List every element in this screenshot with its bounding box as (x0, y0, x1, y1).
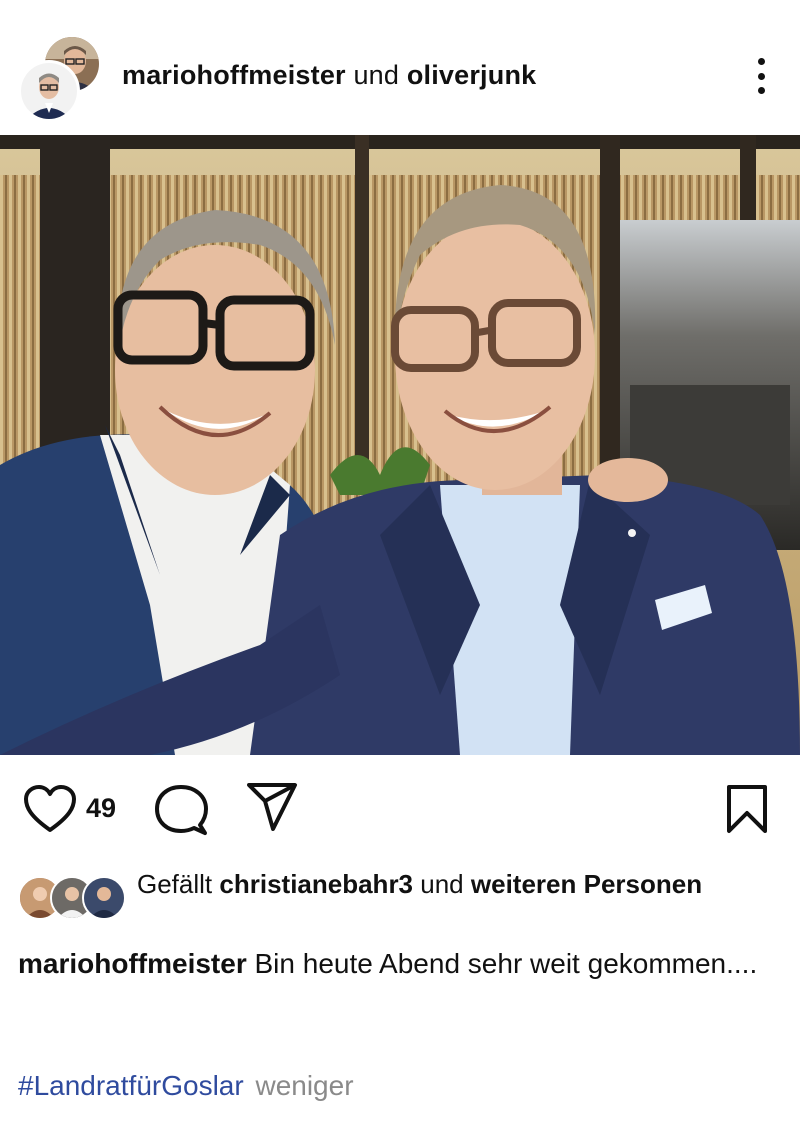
collab-avatars[interactable] (18, 34, 102, 122)
liker-avatars (18, 876, 128, 922)
less-button[interactable]: weniger (255, 1070, 353, 1101)
like-count[interactable]: 49 (86, 793, 116, 824)
likes-text: Gefällt christianebahr3 und weiteren Per… (137, 866, 757, 902)
likes-summary[interactable]: Gefällt christianebahr3 und weiteren Per… (0, 862, 800, 938)
author-link-1[interactable]: mariohoffmeister (122, 60, 346, 90)
post-caption: mariohoffmeister Bin heute Abend sehr we… (18, 942, 778, 986)
heart-icon[interactable] (22, 783, 78, 835)
likes-middle: und (420, 869, 464, 899)
likes-prefix: Gefällt (137, 869, 213, 899)
likes-others-link[interactable]: weiteren Personen (471, 869, 702, 899)
post-authors: mariohoffmeister und oliverjunk (122, 60, 536, 91)
share-icon[interactable] (245, 781, 299, 833)
post-header: mariohoffmeister und oliverjunk (0, 0, 800, 135)
author-link-2[interactable]: oliverjunk (407, 60, 537, 90)
avatar-mariohoffmeister[interactable] (18, 60, 80, 122)
caption-tags: #LandratfürGoslar weniger (18, 1070, 354, 1102)
liker-avatar (82, 876, 126, 920)
hashtag-link[interactable]: #LandratfürGoslar (18, 1070, 244, 1101)
bookmark-icon[interactable] (724, 783, 770, 835)
post-photo[interactable] (0, 135, 800, 755)
caption-username[interactable]: mariohoffmeister (18, 948, 247, 979)
author-joiner: und (353, 60, 400, 90)
comment-icon[interactable] (153, 783, 209, 837)
action-bar: 49 (0, 755, 800, 860)
liker-username[interactable]: christianebahr3 (219, 869, 413, 899)
caption-text: Bin heute Abend sehr weit gekommen.... (254, 948, 758, 979)
more-icon[interactable] (744, 52, 778, 100)
